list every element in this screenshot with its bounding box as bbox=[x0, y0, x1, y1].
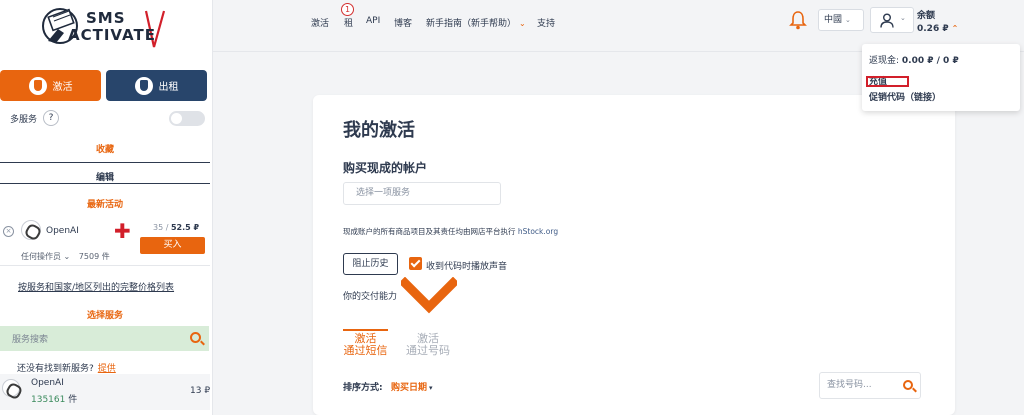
rent-icon bbox=[134, 76, 153, 95]
brand-logo[interactable]: SMS ACTIVATE bbox=[42, 3, 170, 49]
divider bbox=[0, 183, 210, 184]
tab-activation-number[interactable]: 激活 通过号码 bbox=[403, 329, 453, 357]
promotions-heading: 最新活动 bbox=[86, 200, 123, 210]
divider bbox=[0, 162, 210, 163]
activate-button-label: 激活 bbox=[52, 82, 73, 93]
service-price: 13 ₽ bbox=[190, 386, 211, 396]
service-select[interactable]: 选择一项服务 bbox=[343, 182, 501, 205]
price-list-link[interactable]: 按服务和国家/地区列出的完整价格列表 bbox=[18, 280, 174, 293]
nav-activation[interactable]: 激活 bbox=[311, 16, 329, 29]
edit-link[interactable]: 编辑 bbox=[0, 170, 210, 183]
tab-line2: 通过短信 bbox=[343, 344, 388, 357]
promo-service-name: OpenAI bbox=[46, 226, 79, 236]
sound-checkbox-label: 收到代码时播放声音 bbox=[426, 262, 508, 272]
close-icon[interactable]: × bbox=[3, 226, 14, 237]
brand-line1: SMS bbox=[86, 9, 126, 27]
nav-guide[interactable]: 新手指南（新手帮助） ⌄ bbox=[426, 16, 526, 29]
chevron-up-icon: ⌃ bbox=[951, 24, 959, 33]
large-chevron-down-icon[interactable] bbox=[401, 277, 457, 317]
chevron-down-icon: ⌄ bbox=[845, 16, 851, 24]
service-count-number: 135161 bbox=[31, 395, 66, 405]
sort-value: 购买日期 bbox=[391, 383, 428, 393]
activate-button[interactable]: 激活 bbox=[0, 70, 101, 101]
bell-icon[interactable] bbox=[789, 10, 807, 30]
page-title: 我的激活 bbox=[343, 120, 415, 141]
promo-price-value: 52.5 ₽ bbox=[170, 223, 200, 232]
suggest-link[interactable]: 提供 bbox=[98, 364, 116, 374]
openai-icon bbox=[2, 379, 20, 397]
chevron-down-icon: ⌄ bbox=[519, 19, 526, 28]
user-menu-button[interactable]: ⌄ bbox=[870, 7, 914, 33]
multi-service-toggle[interactable] bbox=[169, 110, 205, 126]
promo-code-link[interactable]: 促销代码（链接） bbox=[869, 90, 941, 103]
operator-label: 任何操作员 ⌄ bbox=[21, 252, 71, 261]
service-search-input[interactable]: 服务搜索 bbox=[0, 326, 209, 351]
help-icon[interactable]: ? bbox=[43, 110, 60, 126]
service-name: OpenAI bbox=[31, 378, 64, 388]
nav-support[interactable]: 支持 bbox=[537, 16, 555, 29]
sound-checkbox[interactable] bbox=[409, 257, 422, 270]
language-label: 中國 bbox=[824, 15, 843, 25]
divider bbox=[0, 265, 210, 266]
choose-service-heading: 选择服务 bbox=[86, 311, 123, 321]
language-select[interactable]: 中國 ⌄ bbox=[818, 9, 864, 31]
brand-line2: ACTIVATE bbox=[68, 26, 156, 44]
balance-amount: 0.26 ₽ bbox=[917, 24, 949, 34]
info-text: 现成账户的所有商品项目及其责任均由网店平台执行 hStock.org bbox=[343, 226, 558, 237]
nav-blog[interactable]: 博客 bbox=[394, 16, 412, 29]
sort-label: 排序方式: bbox=[343, 383, 383, 393]
activations-card: 我的激活 购买现成的帐户 选择一项服务 现成账户的所有商品项目及其责任均由网店平… bbox=[313, 95, 955, 415]
number-search-placeholder: 查找号码... bbox=[827, 380, 872, 390]
rent-button-label: 出租 bbox=[158, 82, 179, 93]
search-icon[interactable] bbox=[190, 332, 201, 343]
tab-line2: 通过号码 bbox=[406, 344, 450, 357]
service-count: 135161 件 bbox=[31, 392, 77, 405]
search-icon[interactable] bbox=[903, 380, 913, 390]
promo-price-prefix: 35 / bbox=[153, 223, 171, 232]
number-search-input[interactable]: 查找号码... bbox=[819, 372, 921, 399]
rent-button[interactable]: 出租 bbox=[106, 70, 207, 101]
user-icon bbox=[880, 13, 894, 28]
buy-button[interactable]: 买入 bbox=[140, 237, 205, 254]
cashback-label: 返现金: bbox=[869, 56, 902, 66]
not-found-text: 还没有找到新服务? bbox=[17, 364, 94, 374]
info-text-body: 现成账户的所有商品项目及其责任均由网店平台执行 bbox=[343, 227, 516, 236]
cashback-row: 返现金: 0.00 ₽ / 0 ₽ bbox=[869, 53, 959, 66]
activation-icon bbox=[28, 76, 47, 95]
multi-service-row: 多服务 ? bbox=[10, 109, 205, 127]
openai-icon bbox=[21, 220, 41, 240]
service-count-unit: 件 bbox=[65, 395, 78, 405]
balance-value[interactable]: 0.26 ₽ ⌃ bbox=[917, 24, 958, 34]
chevron-down-icon: ⌄ bbox=[900, 14, 906, 22]
nav-rent[interactable]: 租 bbox=[344, 16, 353, 29]
favorites-link[interactable]: 收藏 bbox=[0, 142, 210, 155]
promo-count: 7509 件 bbox=[78, 252, 110, 261]
delivery-label: 你的交付能力 bbox=[343, 292, 398, 302]
caret-down-icon: ▾ bbox=[429, 384, 433, 392]
sidebar: SMS ACTIVATE 激活 出租 多服务 ? 收藏 编辑 最新活动 × Op… bbox=[0, 0, 213, 415]
operator-select[interactable]: 任何操作员 ⌄ 7509 件 bbox=[21, 251, 110, 262]
hstock-link[interactable]: hStock.org bbox=[518, 227, 558, 236]
cashback-value: 0.00 ₽ / 0 ₽ bbox=[901, 56, 959, 66]
nav-guide-label: 新手指南（新手帮助） bbox=[426, 19, 517, 29]
sort-select[interactable]: 购买日期 ▾ bbox=[391, 380, 433, 393]
multi-service-label: 多服务 bbox=[10, 114, 38, 125]
highlight-box bbox=[866, 76, 909, 87]
notification-badge: 1 bbox=[341, 3, 354, 16]
tab-activation-sms[interactable]: 激活 通过短信 bbox=[343, 329, 388, 357]
red-cross-icon: ✚ bbox=[114, 219, 131, 243]
nav-api[interactable]: API bbox=[366, 16, 380, 26]
balance-label: 余额 bbox=[917, 11, 936, 21]
balance-dropdown: 返现金: 0.00 ₽ / 0 ₽ 充值 促销代码（链接） bbox=[862, 44, 1020, 111]
not-found-row: 还没有找到新服务? 提供 bbox=[17, 361, 116, 374]
promo-price: 35 / 52.5 ₽ bbox=[140, 219, 207, 236]
buy-ready-accounts-title: 购买现成的帐户 bbox=[343, 161, 428, 175]
block-history-button[interactable]: 阻止历史 bbox=[343, 253, 398, 275]
service-search-placeholder: 服务搜索 bbox=[12, 335, 49, 345]
